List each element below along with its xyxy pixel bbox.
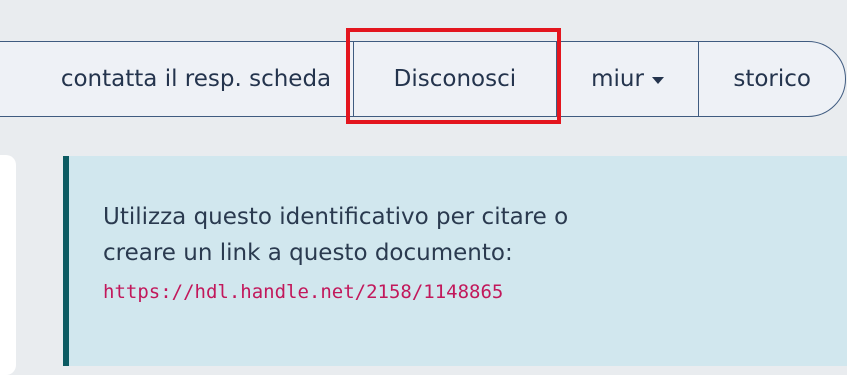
- history-label: storico: [733, 66, 811, 92]
- contact-owner-label: contatta il resp. scheda: [60, 66, 332, 92]
- contact-owner-button[interactable]: contatta il resp. scheda: [0, 42, 355, 116]
- miur-dropdown-button[interactable]: miur: [557, 42, 700, 116]
- caret-down-icon: [651, 77, 664, 84]
- disown-label: Disconosci: [393, 66, 517, 92]
- disown-button[interactable]: Disconosci: [354, 42, 557, 116]
- side-panel: [0, 155, 16, 375]
- history-button[interactable]: storico: [699, 42, 845, 116]
- item-action-toolbar: contatta il resp. scheda Disconosci miur…: [0, 41, 846, 117]
- citation-text-line-2: creare un link a questo documento:: [103, 239, 513, 266]
- miur-label: miur: [591, 66, 644, 92]
- citation-text-line-1: Utilizza questo identificativo per citar…: [103, 204, 569, 230]
- handle-link[interactable]: https://hdl.handle.net/2158/1148865: [103, 281, 847, 303]
- citation-info-box: Utilizza questo identificativo per citar…: [63, 156, 847, 366]
